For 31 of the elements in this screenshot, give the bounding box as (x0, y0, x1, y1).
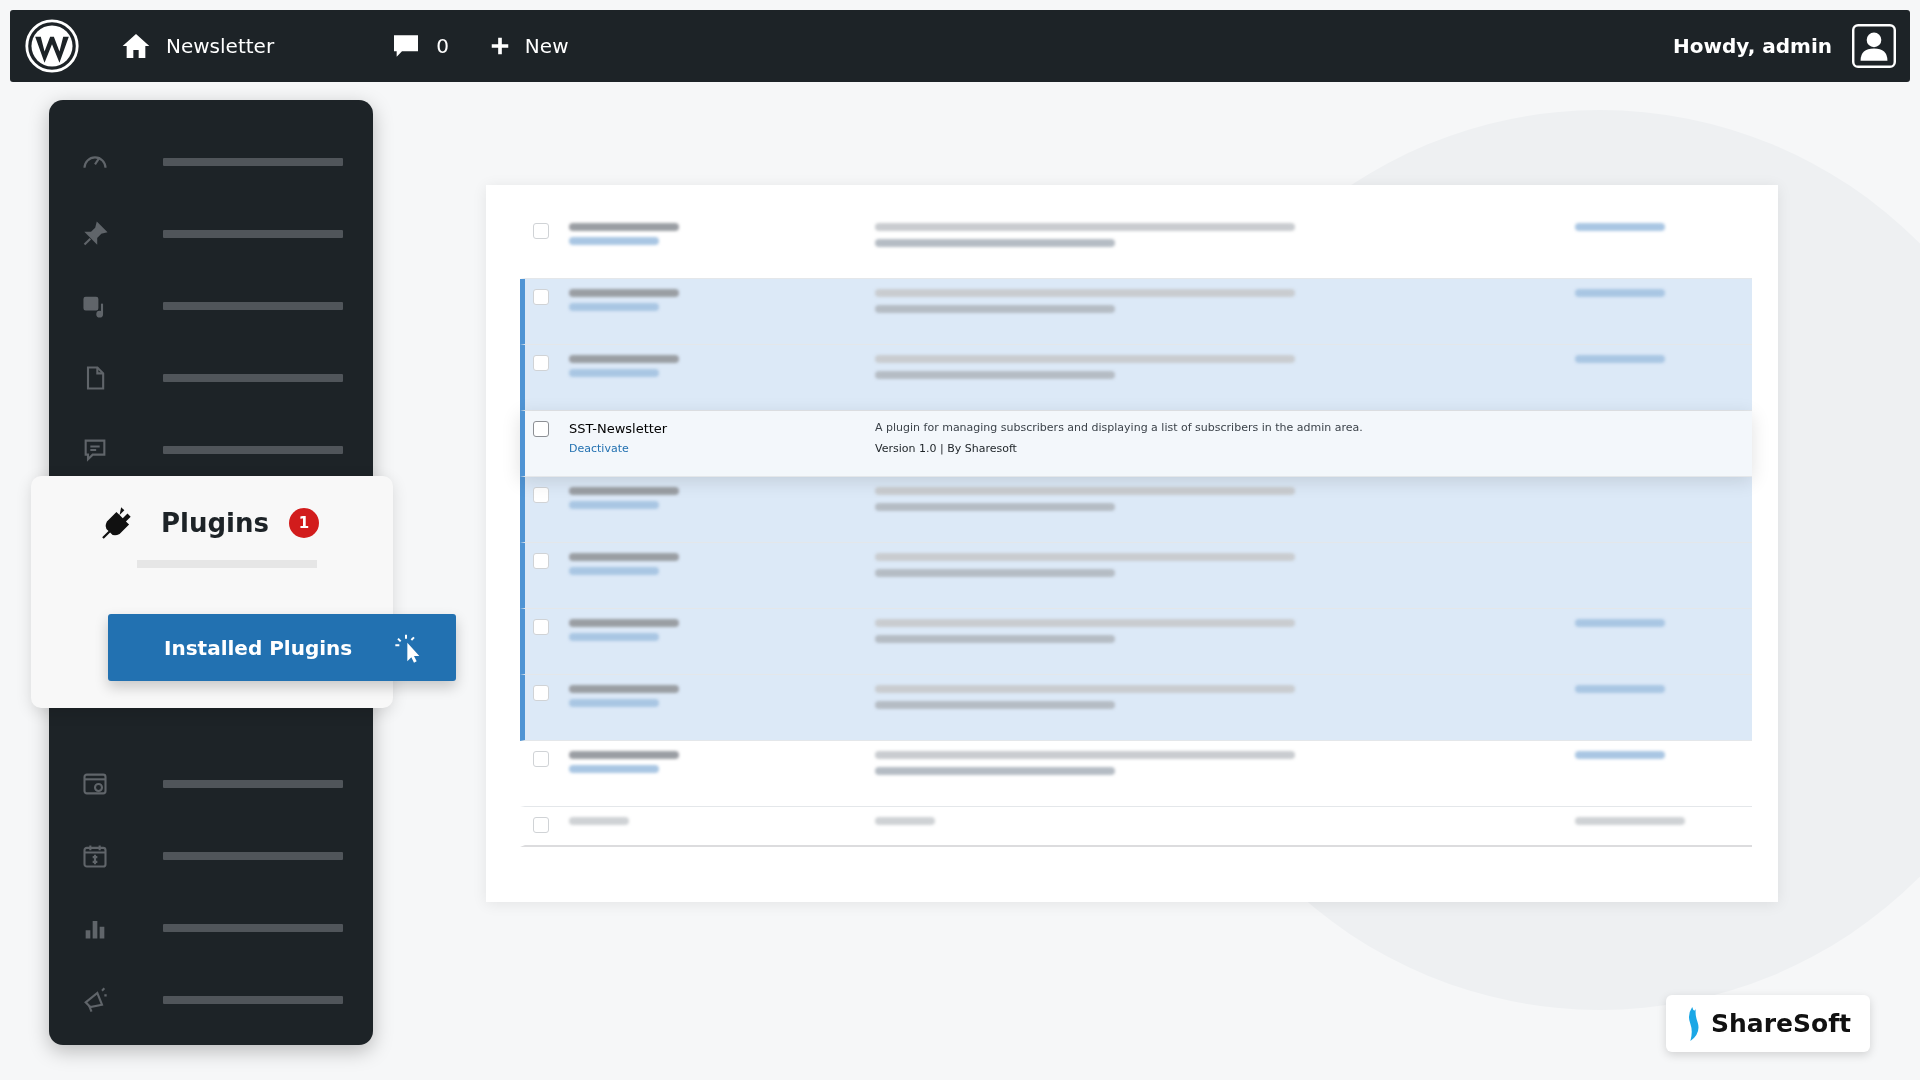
row-checkbox[interactable] (533, 685, 549, 701)
brand-name: ShareSoft (1711, 1009, 1851, 1038)
row-checkbox[interactable] (533, 421, 549, 437)
row-checkbox[interactable] (533, 751, 549, 767)
user-avatar-icon[interactable] (1852, 24, 1896, 68)
placeholder-bar (569, 817, 629, 825)
row-checkbox[interactable] (533, 289, 549, 305)
plugin-name: SST-Newsletter (569, 421, 669, 436)
site-link[interactable]: Newsletter (120, 30, 275, 62)
pin-icon[interactable] (81, 220, 109, 248)
comment-count: 0 (436, 34, 449, 58)
new-label: New (524, 34, 569, 58)
row-checkbox[interactable] (533, 223, 549, 239)
greeting[interactable]: Howdy, admin (1672, 34, 1832, 58)
wordpress-logo-icon[interactable] (24, 18, 80, 74)
row-checkbox[interactable] (533, 355, 549, 371)
row-checkbox[interactable] (533, 619, 549, 635)
plugins-menu-label[interactable]: Plugins (161, 508, 269, 538)
row-checkbox[interactable] (533, 487, 549, 503)
update-count-badge: 1 (289, 508, 319, 538)
deactivate-link[interactable]: Deactivate (569, 442, 875, 455)
comments-link[interactable]: 0 (390, 30, 449, 62)
select-all-checkbox[interactable] (533, 817, 549, 833)
placeholder-bar (875, 817, 935, 825)
new-link[interactable]: New (488, 34, 569, 58)
row-checkbox[interactable] (533, 553, 549, 569)
installed-plugins-button[interactable]: Installed Plugins (108, 614, 456, 681)
plugin-description: A plugin for managing subscribers and displaying a list of subscribers in the admin area. (875, 421, 1364, 434)
site-name: Newsletter (166, 34, 275, 58)
megaphone-icon[interactable] (81, 986, 109, 1014)
plugin-meta: Version 1.0 | By Sharesoft (875, 442, 1018, 455)
